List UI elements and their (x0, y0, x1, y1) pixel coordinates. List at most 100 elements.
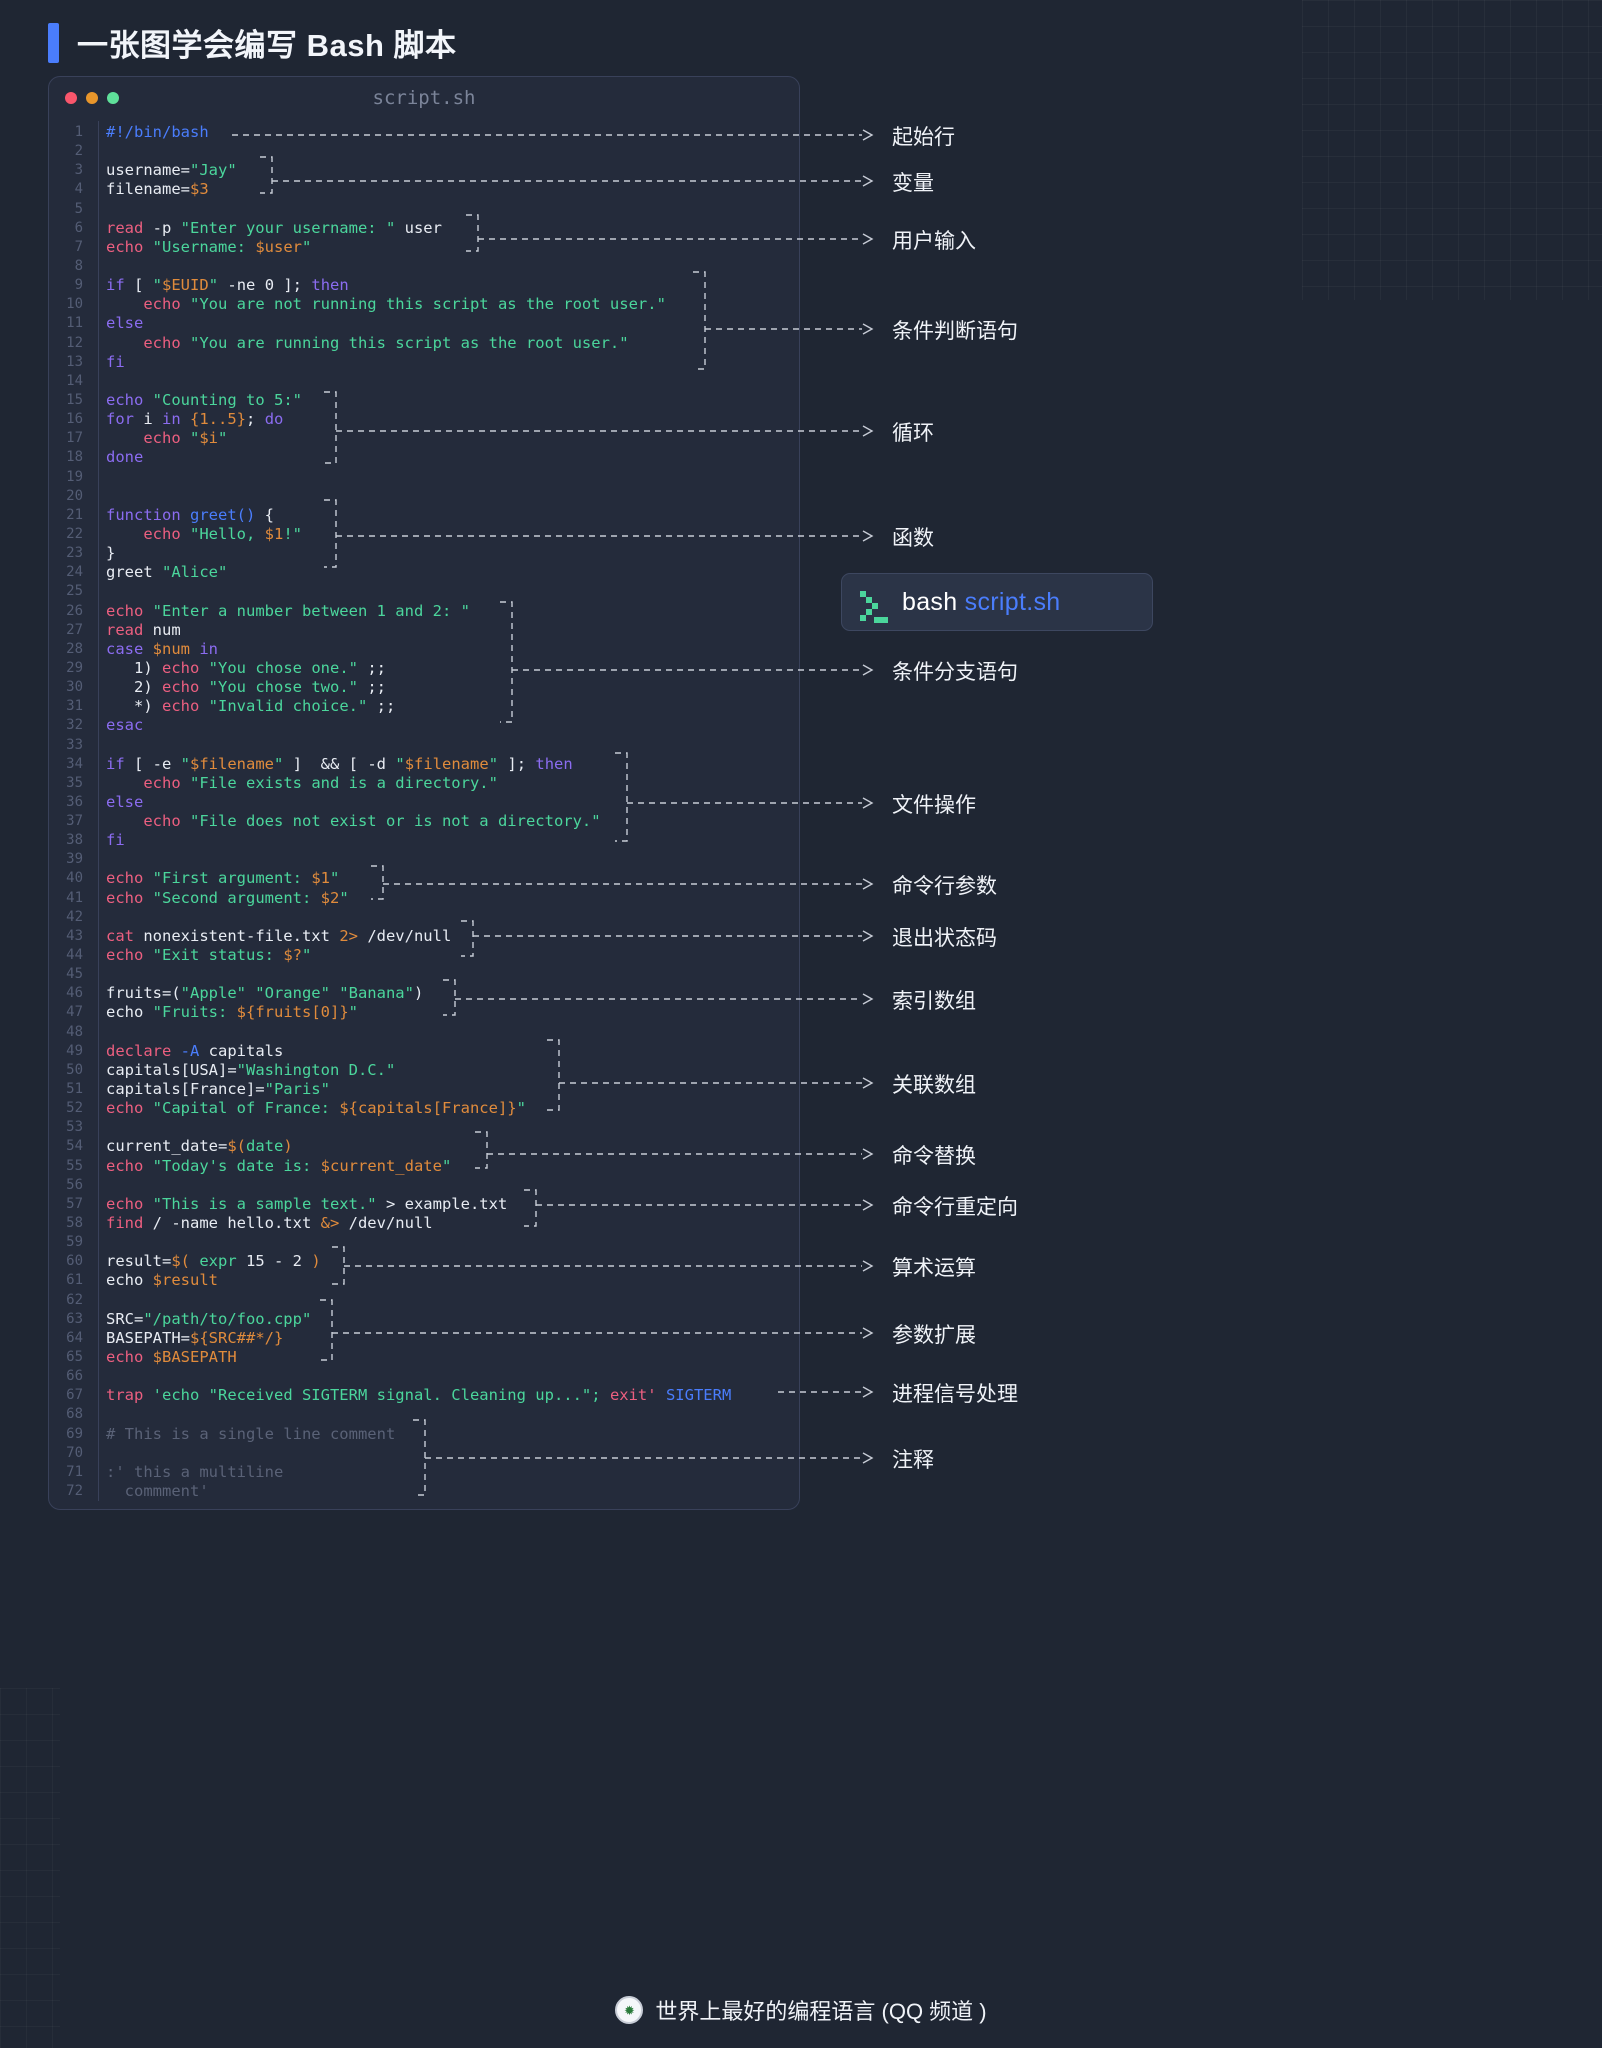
line-number: 65 (66, 1349, 83, 1365)
code-line: 25 (49, 582, 799, 601)
line-number: 45 (66, 966, 83, 983)
code-source: # This is a single line comment (106, 1424, 396, 1443)
code-line: 26 echo "Enter a number between 1 and 2: … (49, 602, 799, 621)
code-source: echo "Today's date is: $current_date" (106, 1156, 452, 1175)
line-number: 52 (66, 1100, 83, 1117)
code-source: echo "You are running this script as the… (143, 333, 629, 352)
code-line: 51 capitals[France]="Paris" (49, 1080, 799, 1099)
line-number: 19 (66, 468, 83, 485)
code-line: 69 # This is a single line comment (49, 1425, 799, 1444)
line-number: 62 (66, 1291, 83, 1308)
code-source (91, 200, 106, 219)
code-source: } (106, 544, 116, 563)
annotation-label: 索引数组 (892, 990, 976, 1013)
line-number: 30 (66, 679, 83, 696)
line-number: 40 (66, 870, 83, 887)
annotation-label: 退出状态码 (892, 927, 997, 950)
code-line: 46 fruits=("Apple" "Orange" "Banana") (49, 984, 799, 1003)
line-number: 41 (66, 889, 83, 906)
code-source (91, 142, 106, 161)
header-accent-bar (48, 22, 59, 63)
code-source: BASEPATH=${SRC##*/} (106, 1328, 284, 1347)
code-source: 2) echo "You chose two." ;; (106, 678, 386, 697)
line-number: 54 (66, 1138, 83, 1155)
code-line: 65 echo $BASEPATH (49, 1348, 799, 1367)
code-line: 35 echo "File exists and is a directory.… (49, 774, 799, 793)
code-listing[interactable]: 1 #!/bin/bash 2 3 username="Jay" 4 filename=$3… (49, 121, 799, 1501)
code-line: 55 echo "Today's date is: $current_date" (49, 1157, 799, 1176)
code-line: 41 echo "Second argument: $2" (49, 889, 799, 908)
code-line: 57 echo "This is a sample text." > exampl… (49, 1195, 799, 1214)
line-number: 68 (66, 1406, 83, 1423)
code-line: 42 (49, 908, 799, 927)
code-line: 1 #!/bin/bash (49, 123, 799, 142)
code-line: 22 echo "Hello, $1!" (49, 525, 799, 544)
line-number: 18 (66, 449, 83, 466)
line-number: 57 (66, 1195, 83, 1212)
code-source: echo "This is a sample text." > example.… (106, 1194, 508, 1213)
code-line: 38 fi (49, 831, 799, 850)
code-line: 32 esac (49, 716, 799, 735)
line-number: 64 (66, 1329, 83, 1346)
line-number: 34 (66, 755, 83, 772)
annotation-label: 循环 (892, 422, 934, 445)
code-source: echo "Capital of France: ${capitals[Fran… (106, 1099, 526, 1118)
code-line: 39 (49, 850, 799, 869)
line-number: 56 (66, 1176, 83, 1193)
code-line: 47 echo "Fruits: ${fruits[0]}" (49, 1003, 799, 1022)
code-source: read num (106, 620, 181, 639)
code-source: fi (106, 352, 125, 371)
line-number: 24 (66, 564, 83, 581)
code-source: for i in {1..5}; do (106, 410, 284, 429)
code-source: esac (106, 716, 144, 735)
code-line: 59 (49, 1233, 799, 1252)
code-source: echo "You are not running this script as… (143, 295, 666, 314)
code-source: result=$( expr 15 - 2 ) (106, 1252, 321, 1271)
line-number: 47 (66, 1004, 83, 1021)
code-line: 6 read -p "Enter your username: " user (49, 219, 799, 238)
code-source (91, 1405, 106, 1424)
code-line: 62 (49, 1291, 799, 1310)
code-line: 17 echo "$i" (49, 429, 799, 448)
bash-command-badge: bash script.sh (841, 573, 1153, 631)
code-source: echo "First argument: $1" (106, 869, 340, 888)
code-line: 66 (49, 1367, 799, 1386)
line-number: 14 (66, 372, 83, 389)
code-source: *) echo "Invalid choice." ;; (106, 697, 396, 716)
code-line: 23} (49, 544, 799, 563)
code-source: fruits=("Apple" "Orange" "Banana") (106, 984, 424, 1003)
code-line: 30 2) echo "You chose two." ;; (49, 678, 799, 697)
code-source: echo "Exit status: $?" (106, 946, 312, 965)
line-number: 53 (66, 1119, 83, 1136)
code-source: trap 'echo "Received SIGTERM signal. Cle… (106, 1386, 732, 1405)
code-line: 67 trap 'echo "Received SIGTERM signal. C… (49, 1386, 799, 1405)
line-number: 8 (74, 257, 83, 274)
line-number: 60 (66, 1253, 83, 1270)
code-source: find / -name hello.txt &> /dev/null (106, 1214, 433, 1233)
code-line: 64 BASEPATH=${SRC##*/} (49, 1329, 799, 1348)
code-source: fi (106, 831, 125, 850)
window-titlebar: script.sh (49, 77, 799, 121)
code-source (91, 1367, 106, 1386)
terminal-prompt-icon (860, 589, 888, 623)
badge-script: script.sh (964, 587, 1061, 616)
code-source (91, 582, 106, 601)
line-number: 2 (74, 143, 83, 160)
line-number: 16 (66, 411, 83, 428)
code-source (91, 487, 106, 506)
annotation-label: 算术运算 (892, 1257, 976, 1280)
code-source (91, 850, 106, 869)
code-line: 13 fi (49, 353, 799, 372)
line-number: 9 (74, 277, 83, 294)
line-number: 29 (66, 659, 83, 676)
line-number: 5 (74, 200, 83, 217)
code-line: 11 else (49, 314, 799, 333)
line-number: 51 (66, 1081, 83, 1098)
code-source: capitals[France]="Paris" (106, 1080, 330, 1099)
annotation-label: 文件操作 (892, 794, 976, 817)
line-number: 59 (66, 1234, 83, 1251)
line-number: 42 (66, 908, 83, 925)
line-number: 37 (66, 813, 83, 830)
code-area: 1 #!/bin/bash 2 3 username="Jay" 4 filename=$3… (49, 121, 799, 1501)
code-source (91, 965, 106, 984)
